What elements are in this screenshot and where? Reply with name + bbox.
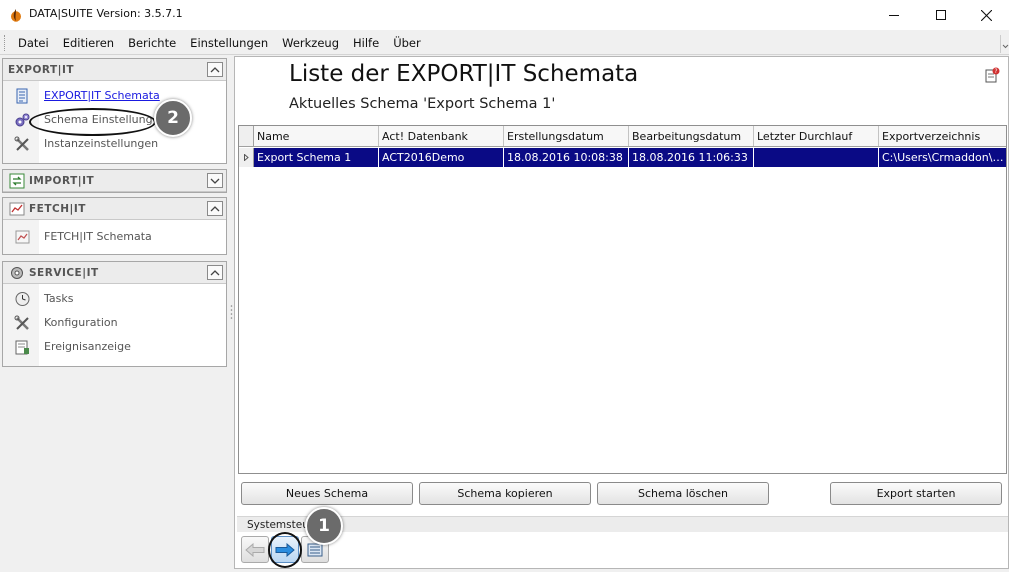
service-collapse-button[interactable] <box>207 265 223 280</box>
sidebar-item-label: Tasks <box>44 292 74 305</box>
maximize-icon <box>936 10 946 20</box>
menu-ueber[interactable]: Über <box>386 31 428 55</box>
table-cell[interactable]: 18.08.2016 10:08:38 <box>504 148 629 167</box>
table-row[interactable]: Export Schema 1 ACT2016Demo 18.08.2016 1… <box>239 148 1006 167</box>
import-panel: IMPORT|IT <box>2 169 227 193</box>
menu-einstellungen[interactable]: Einstellungen <box>183 31 275 55</box>
sidebar-item-fetch-schemata[interactable]: FETCH|IT Schemata <box>3 225 226 249</box>
import-expand-button[interactable] <box>207 173 223 188</box>
highlight-ellipse-forward <box>268 532 302 568</box>
fetch-panel-title: FETCH|IT <box>29 203 86 215</box>
page-subtitle: Aktuelles Schema 'Export Schema 1' <box>289 96 556 112</box>
copy-schema-button[interactable]: Schema kopieren <box>419 482 591 505</box>
menu-bar: Datei Editieren Berichte Einstellungen W… <box>0 31 1009 55</box>
sidebar-item-label: FETCH|IT Schemata <box>44 230 152 243</box>
menu-overflow-button[interactable] <box>1000 35 1009 53</box>
import-icon <box>9 173 25 189</box>
sidebar-item-label: Ereignisanzeige <box>44 340 131 353</box>
schemata-table: Name Act! Datenbank Erstellungsdatum Bea… <box>238 125 1007 474</box>
step-badge-2: 2 <box>154 99 192 137</box>
menu-berichte[interactable]: Berichte <box>121 31 183 55</box>
page-title: Liste der EXPORT|IT Schemata <box>289 61 639 87</box>
chevron-down-icon <box>1002 44 1009 49</box>
chevron-up-icon <box>210 205 220 211</box>
system-control-bar: Systemsteu <box>237 516 1008 532</box>
service-panel-title: SERVICE|IT <box>29 267 99 279</box>
start-export-button[interactable]: Export starten <box>830 482 1002 505</box>
tools-icon <box>14 136 29 151</box>
back-button[interactable] <box>241 536 269 563</box>
clock-icon <box>15 292 30 306</box>
new-schema-button[interactable]: Neues Schema <box>241 482 413 505</box>
table-corner <box>239 126 254 146</box>
fetch-panel: FETCH|IT FETCH|IT Schemata <box>2 197 227 255</box>
close-icon <box>980 9 992 21</box>
sidebar-item-export-schemata[interactable]: EXPORT|IT Schemata <box>3 84 226 108</box>
fetch-collapse-button[interactable] <box>207 201 223 216</box>
table-header: Name Act! Datenbank Erstellungsdatum Bea… <box>239 126 1006 147</box>
list-document-icon <box>16 88 28 104</box>
system-control-label: Systemsteu <box>247 519 309 531</box>
menu-grip <box>4 35 7 51</box>
delete-schema-button[interactable]: Schema löschen <box>597 482 769 505</box>
sidebar-item-tasks[interactable]: Tasks <box>3 287 226 311</box>
fetch-chart-icon <box>9 202 25 216</box>
import-panel-title: IMPORT|IT <box>29 175 95 187</box>
table-cell[interactable]: C:\Users\Crmaddon\D... <box>879 148 1006 167</box>
table-cell[interactable]: 18.08.2016 11:06:33 <box>629 148 754 167</box>
arrow-left-icon <box>245 542 265 557</box>
service-panel-header[interactable]: SERVICE|IT <box>3 262 226 284</box>
service-panel: SERVICE|IT Tasks Konfiguration Ereignisa… <box>2 261 227 367</box>
table-cell[interactable]: Export Schema 1 <box>254 148 379 167</box>
column-header-erstellungsdatum[interactable]: Erstellungsdatum <box>504 126 629 146</box>
highlight-ellipse-schema-einstellungen <box>29 108 156 136</box>
menu-hilfe[interactable]: Hilfe <box>346 31 386 55</box>
column-header-letzter-durchlauf[interactable]: Letzter Durchlauf <box>754 126 879 146</box>
sidebar-item-label: EXPORT|IT Schemata <box>44 89 160 102</box>
service-gear-icon <box>11 267 23 279</box>
menu-datei[interactable]: Datei <box>11 31 56 55</box>
help-document-icon[interactable]: ? <box>984 67 1000 83</box>
fetch-panel-header[interactable]: FETCH|IT <box>3 198 226 220</box>
table-cell[interactable] <box>754 148 879 167</box>
column-header-datenbank[interactable]: Act! Datenbank <box>379 126 504 146</box>
chevron-down-icon <box>210 178 220 184</box>
menu-editieren[interactable]: Editieren <box>56 31 121 55</box>
import-panel-header[interactable]: IMPORT|IT <box>3 170 226 192</box>
sidebar-item-label: Konfiguration <box>44 316 118 329</box>
export-panel-title: EXPORT|IT <box>8 64 75 76</box>
event-log-icon <box>15 340 29 355</box>
fetch-chart-icon <box>15 230 30 244</box>
chevron-up-icon <box>210 269 220 275</box>
main-panel: Liste der EXPORT|IT Schemata Aktuelles S… <box>234 56 1009 569</box>
row-indicator[interactable] <box>239 148 254 167</box>
title-bar: DATA|SUITE Version: 3.5.7.1 <box>0 0 1009 30</box>
table-cell[interactable]: ACT2016Demo <box>379 148 504 167</box>
export-panel-header[interactable]: EXPORT|IT <box>3 59 226 81</box>
row-pointer-icon <box>243 154 249 161</box>
sidebar-item-konfiguration[interactable]: Konfiguration <box>3 311 226 335</box>
step-badge-1: 1 <box>305 507 343 545</box>
sidebar-item-instanzeinstellungen[interactable]: Instanzeinstellungen <box>3 132 226 156</box>
minimize-icon <box>889 15 899 16</box>
column-header-name[interactable]: Name <box>254 126 379 146</box>
chevron-up-icon <box>210 66 220 72</box>
column-header-bearbeitungsdatum[interactable]: Bearbeitungsdatum <box>629 126 754 146</box>
app-flame-icon <box>11 9 21 22</box>
tools-icon <box>14 315 29 330</box>
sidebar-item-ereignisanzeige[interactable]: Ereignisanzeige <box>3 335 226 359</box>
column-header-exportverzeichnis[interactable]: Exportverzeichnis <box>879 126 1006 146</box>
maximize-button[interactable] <box>918 0 964 30</box>
sidebar-item-label: Instanzeinstellungen <box>44 137 159 150</box>
close-button[interactable] <box>963 0 1009 30</box>
menu-werkzeug[interactable]: Werkzeug <box>275 31 346 55</box>
minimize-button[interactable] <box>871 0 917 30</box>
export-collapse-button[interactable] <box>207 62 223 77</box>
svg-text:?: ? <box>994 68 997 75</box>
window-title: DATA|SUITE Version: 3.5.7.1 <box>29 7 183 20</box>
